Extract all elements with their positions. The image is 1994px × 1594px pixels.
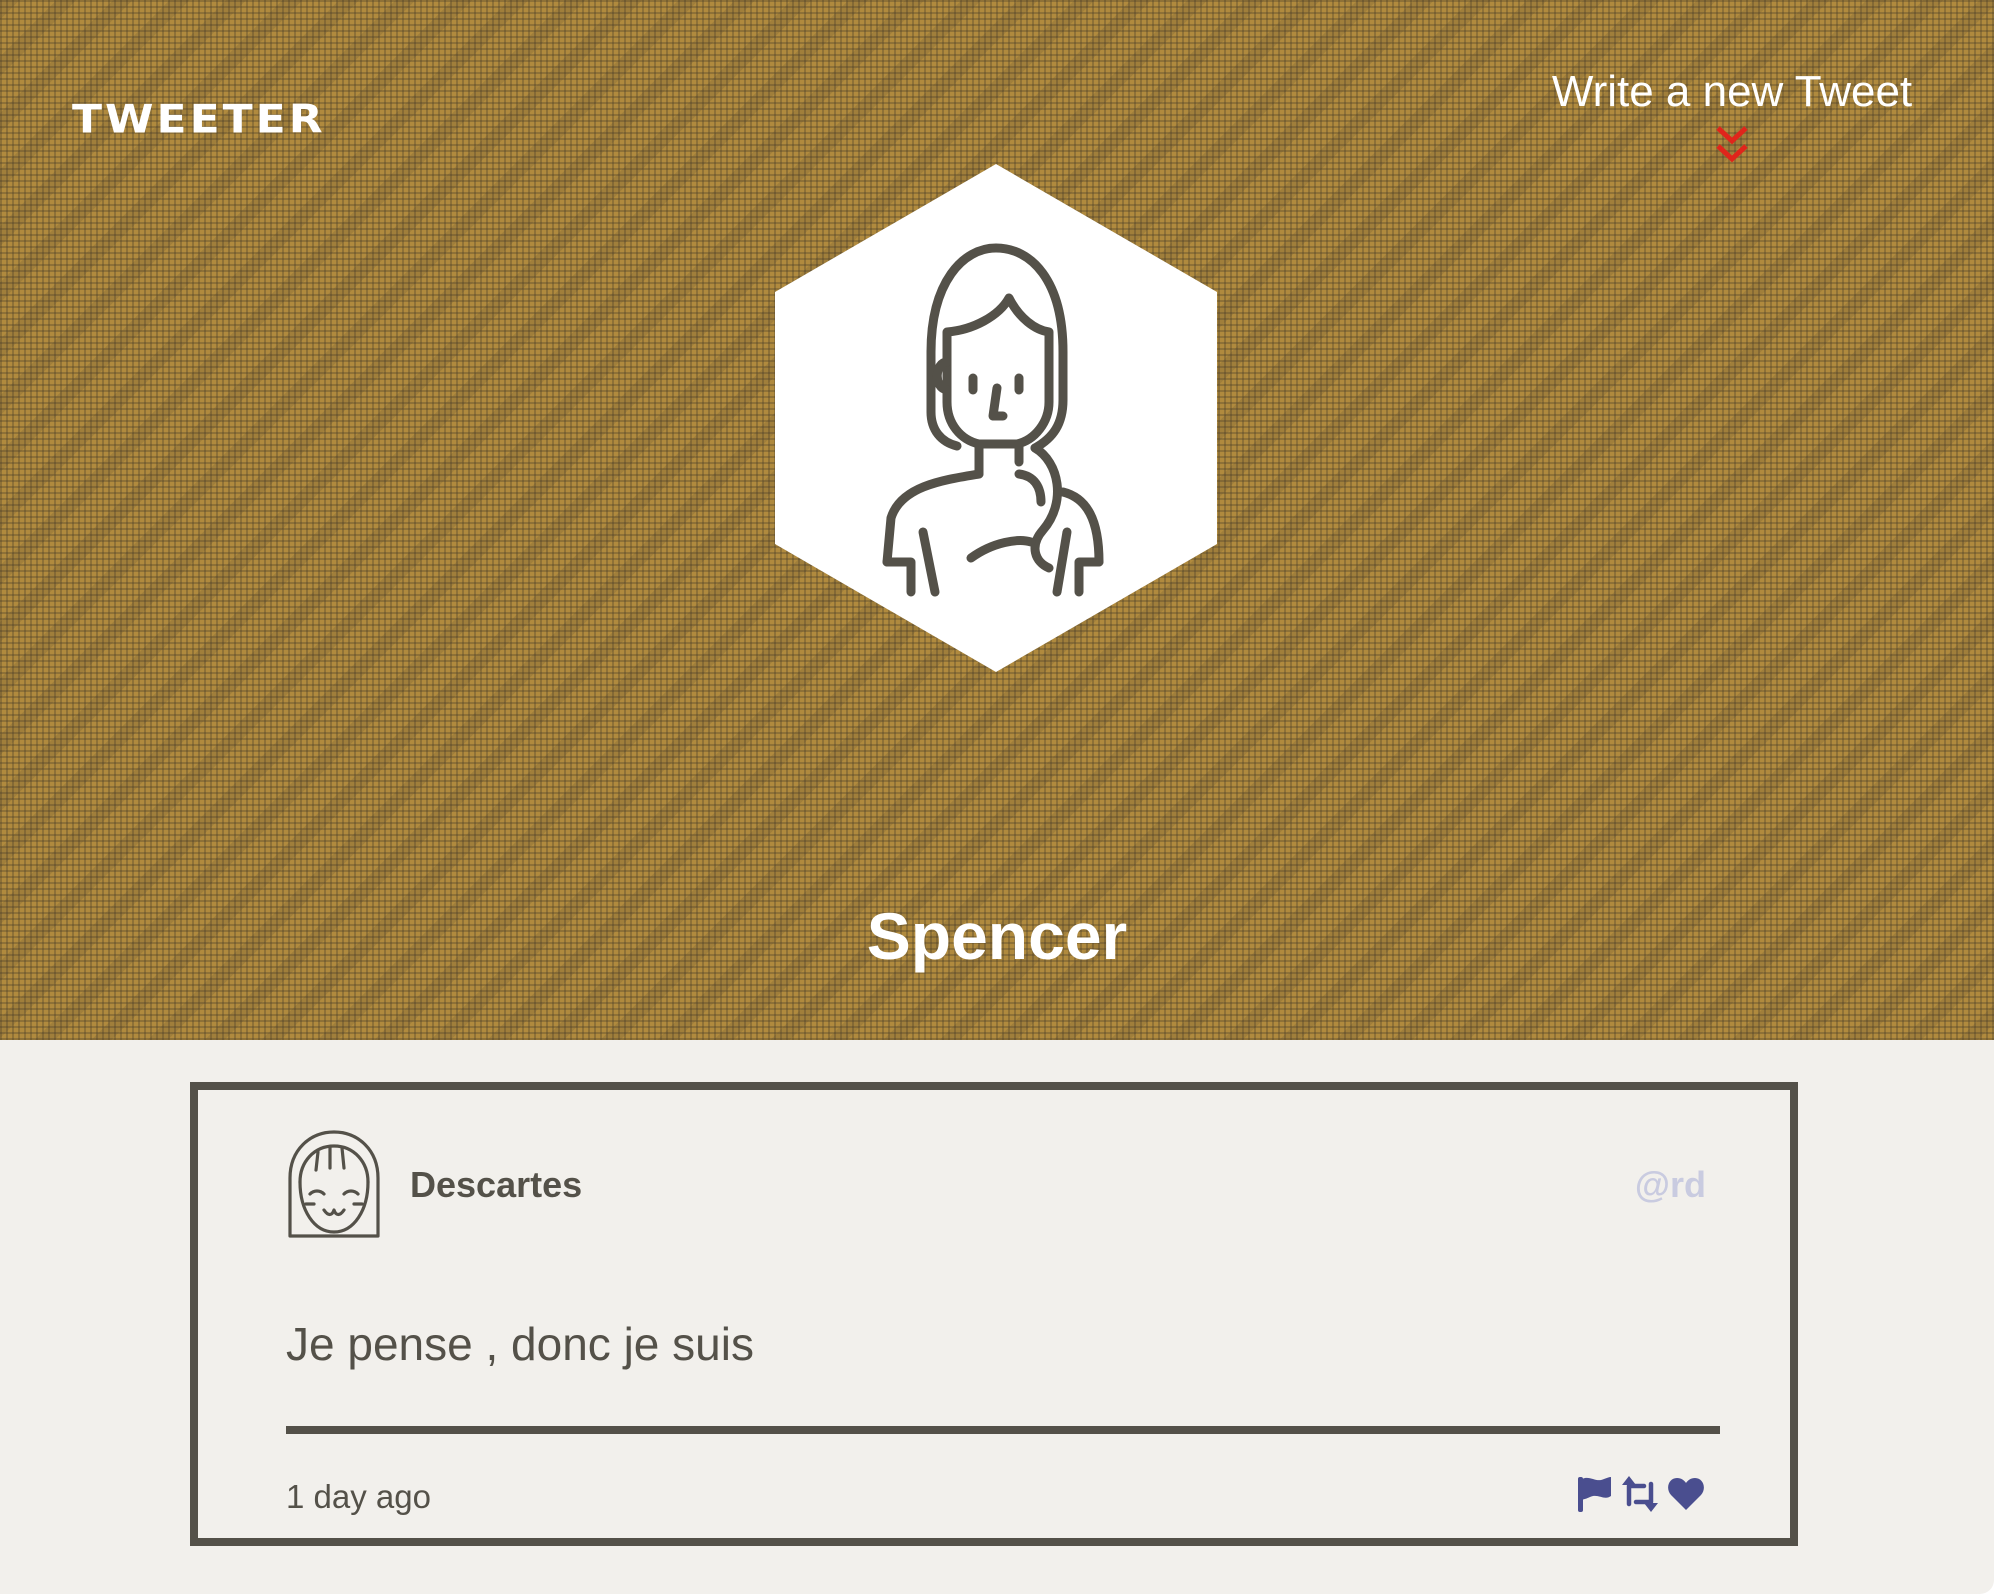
tweet-text: Je pense , donc je suis [286, 1318, 754, 1370]
like-button[interactable] [1666, 1474, 1706, 1514]
retweet-icon [1622, 1476, 1658, 1512]
tweet-author[interactable]: Descartes [410, 1162, 582, 1208]
profile-name: Spencer [866, 899, 1128, 973]
tweet-timestamp: 1 day ago [286, 1478, 431, 1515]
write-tweet-toggle[interactable]: Write a new Tweet [1542, 64, 1922, 168]
flag-button[interactable] [1574, 1474, 1614, 1514]
profile-header: TWEETER Write a new Tweet Spencer [0, 0, 1994, 1040]
girl-avatar-icon [288, 1130, 380, 1238]
page: TWEETER Write a new Tweet Spencer Descar… [0, 0, 1994, 1594]
tweet-divider [286, 1426, 1720, 1434]
woman-avatar-icon [775, 164, 1217, 672]
tweet-handle[interactable]: @rd [1635, 1162, 1706, 1208]
tweet-card: Descartes @rd Je pense , donc je suis 1 … [190, 1082, 1798, 1546]
double-chevron-down-icon[interactable] [1712, 124, 1752, 168]
write-tweet-label[interactable]: Write a new Tweet [1542, 64, 1922, 120]
retweet-button[interactable] [1620, 1474, 1660, 1514]
tweet-actions [1574, 1472, 1706, 1516]
app-logo[interactable]: TWEETER [72, 95, 326, 145]
flag-icon [1578, 1477, 1611, 1512]
heart-icon [1668, 1478, 1704, 1510]
